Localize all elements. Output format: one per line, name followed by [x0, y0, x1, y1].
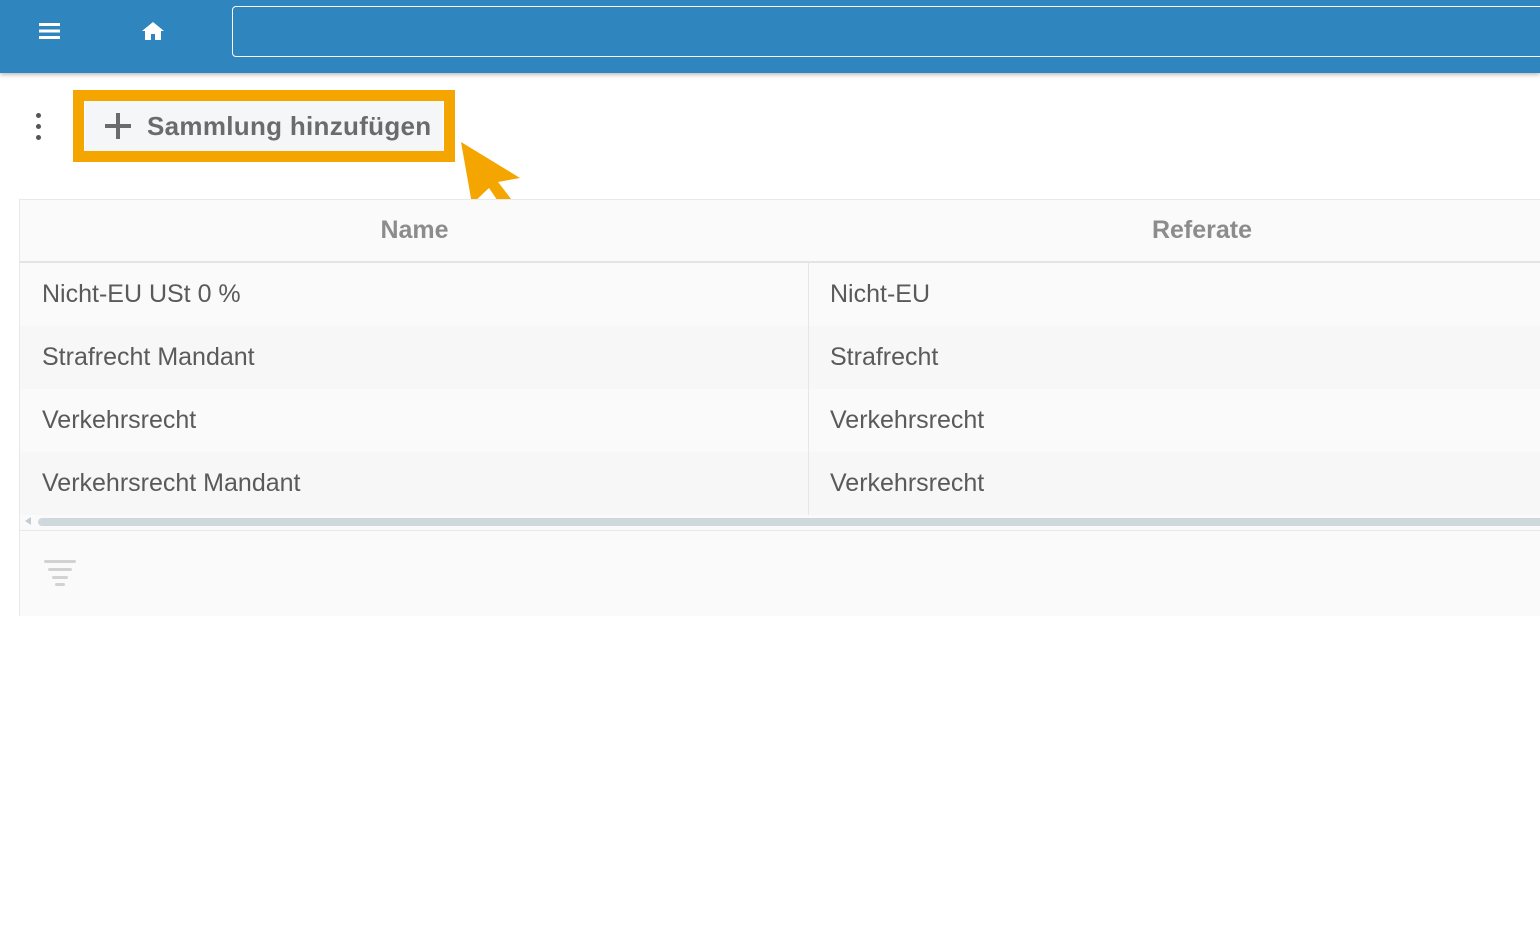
horizontal-scrollbar[interactable]: [20, 516, 1540, 528]
cell-referate: Strafrecht: [830, 343, 939, 371]
filter-icon[interactable]: [42, 557, 84, 591]
cell-name: Verkehrsrecht Mandant: [20, 452, 809, 515]
add-collection-label: Sammlung hinzufügen: [147, 110, 432, 141]
search-input[interactable]: [232, 6, 1540, 57]
table-row[interactable]: Verkehrsrecht Mandant Verkehrsrecht: [20, 452, 1540, 515]
grid-header: Name Referate: [20, 200, 1540, 263]
column-header-referate[interactable]: Referate: [809, 200, 1540, 261]
cell-referate: Verkehrsrecht: [830, 469, 985, 497]
top-bar: [0, 0, 1540, 73]
cell-name: Nicht-EU USt 0 %: [20, 263, 809, 326]
cell-name: Strafrecht Mandant: [20, 326, 809, 389]
table-row[interactable]: Verkehrsrecht Verkehrsrecht: [20, 389, 1540, 452]
column-header-name[interactable]: Name: [20, 200, 809, 261]
plus-icon: [105, 113, 131, 139]
kebab-menu-icon[interactable]: [26, 106, 50, 146]
grid-rows: Nicht-EU USt 0 % Nicht-EU Strafrecht Man…: [20, 263, 1540, 515]
cell-name: Verkehrsrecht: [20, 389, 809, 452]
table-row[interactable]: Nicht-EU USt 0 % Nicht-EU: [20, 263, 1540, 326]
table-row[interactable]: Strafrecht Mandant Strafrecht: [20, 326, 1540, 389]
cell-referate: Verkehrsrecht: [830, 406, 985, 434]
cell-referate: Nicht-EU: [830, 280, 931, 308]
scrollbar-thumb[interactable]: [38, 518, 1540, 526]
collections-grid: Name Referate Nicht-EU USt 0 % Nicht-EU …: [19, 199, 1540, 616]
scroll-left-arrow-icon[interactable]: [25, 517, 31, 525]
add-collection-button[interactable]: Sammlung hinzufügen: [85, 101, 443, 151]
grid-footer: [20, 530, 1540, 616]
home-icon[interactable]: [132, 14, 174, 48]
hamburger-menu-icon[interactable]: [28, 14, 72, 48]
